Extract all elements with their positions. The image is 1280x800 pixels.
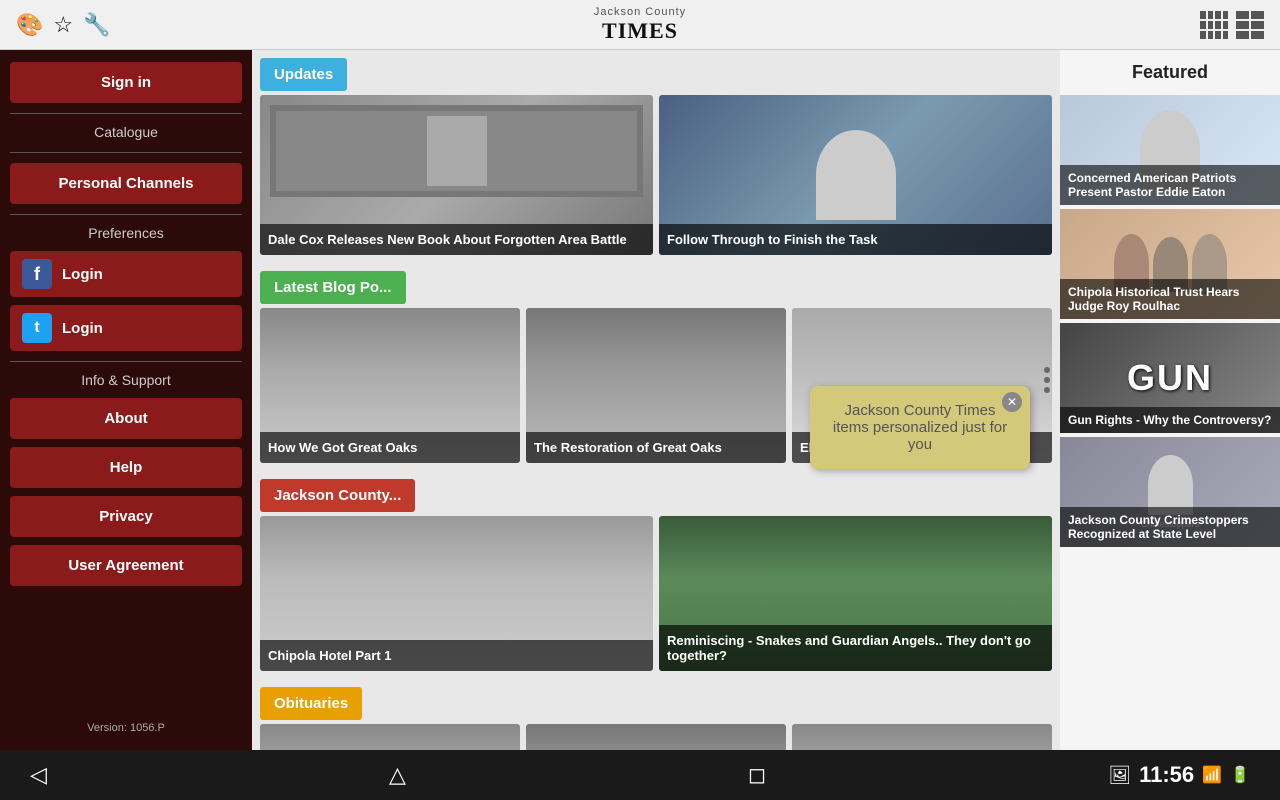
card-obit3-image — [792, 724, 1052, 750]
right-panel: Featured Concerned American Patriots Pre… — [1060, 50, 1280, 750]
card-follow[interactable]: Follow Through to Finish the Task — [659, 95, 1052, 255]
top-bar: 🎨 ☆ 🔧 Jackson County TIMES — [0, 0, 1280, 50]
featured-card-2-caption: Chipola Historical Trust Hears Judge Roy… — [1060, 279, 1280, 319]
card-obit2[interactable] — [526, 724, 786, 750]
divider-2 — [10, 152, 242, 153]
card-snakes[interactable]: Reminiscing - Snakes and Guardian Angels… — [659, 516, 1052, 671]
featured-card-2[interactable]: Chipola Historical Trust Hears Judge Roy… — [1060, 209, 1280, 319]
app-title: Jackson County TIMES — [594, 6, 686, 44]
personalization-tooltip: ✕ Jackson County Times items personalize… — [810, 386, 1030, 469]
color-icon[interactable]: 🎨 — [16, 12, 43, 38]
dot-3 — [1044, 387, 1050, 393]
card-oaks2[interactable]: The Restoration of Great Oaks — [526, 308, 786, 463]
bottom-bar: ◁ △ ◻ 🖼 11:56 📶 🔋 — [0, 750, 1280, 800]
top-bar-right-icons — [1200, 11, 1264, 39]
screenshot-icon: 🖼 — [1108, 765, 1131, 786]
card-obit1[interactable] — [260, 724, 520, 750]
facebook-login-button[interactable]: f Login — [10, 251, 242, 297]
personal-channels-button[interactable]: Personal Channels — [10, 163, 242, 204]
featured-card-1-caption: Concerned American Patriots Present Past… — [1060, 165, 1280, 205]
recents-button[interactable]: ◻ — [748, 762, 766, 788]
preferences-label: Preferences — [0, 225, 252, 241]
title-small: Jackson County — [594, 6, 686, 18]
card-oaks1[interactable]: How We Got Great Oaks — [260, 308, 520, 463]
catalogue-label: Catalogue — [0, 124, 252, 140]
sign-in-button[interactable]: Sign in — [10, 62, 242, 103]
main-layout: Sign in Catalogue Personal Channels Pref… — [0, 50, 1280, 750]
info-support-label: Info & Support — [0, 372, 252, 388]
back-button[interactable]: ◁ — [30, 762, 47, 788]
about-button[interactable]: About — [10, 398, 242, 439]
card-dale[interactable]: Dale Cox Releases New Book About Forgott… — [260, 95, 653, 255]
card-obit3[interactable] — [792, 724, 1052, 750]
featured-card-1[interactable]: Concerned American Patriots Present Past… — [1060, 95, 1280, 205]
scroll-dots — [1044, 367, 1050, 393]
featured-card-4[interactable]: Crimestoppers Jackson County Crimestoppe… — [1060, 437, 1280, 547]
twitter-icon: t — [22, 313, 52, 343]
card-oaks1-caption: How We Got Great Oaks — [260, 432, 520, 463]
featured-card-4-caption: Jackson County Crimestoppers Recognized … — [1060, 507, 1280, 547]
content-area: Updates Dale Cox Releases New Book About… — [252, 50, 1060, 750]
obituaries-header: Obituaries — [260, 687, 362, 720]
privacy-button[interactable]: Privacy — [10, 496, 242, 537]
card-hotel-caption: Chipola Hotel Part 1 — [260, 640, 653, 671]
facebook-icon: f — [22, 259, 52, 289]
twitter-login-button[interactable]: t Login — [10, 305, 242, 351]
wrench-icon[interactable]: 🔧 — [83, 12, 110, 38]
updates-header: Updates — [260, 58, 347, 91]
featured-header: Featured — [1060, 50, 1280, 95]
card-follow-caption: Follow Through to Finish the Task — [659, 224, 1052, 255]
dot-2 — [1044, 377, 1050, 383]
sidebar: Sign in Catalogue Personal Channels Pref… — [0, 50, 252, 750]
blog-header: Latest Blog Po... — [260, 271, 406, 304]
version-label: Version: 1056.P — [0, 714, 252, 742]
divider-1 — [10, 113, 242, 114]
featured-card-3[interactable]: GUN Gun Rights - Why the Controversy? — [1060, 323, 1280, 433]
title-large: TIMES — [594, 18, 686, 44]
card-snakes-caption: Reminiscing - Snakes and Guardian Angels… — [659, 625, 1052, 671]
home-button[interactable]: △ — [389, 762, 406, 788]
card-dale-caption: Dale Cox Releases New Book About Forgott… — [260, 224, 653, 255]
card-obit2-image — [526, 724, 786, 750]
top-bar-left-icons: 🎨 ☆ 🔧 — [16, 12, 111, 38]
list-view-icon[interactable] — [1236, 11, 1264, 39]
obituaries-row — [252, 724, 1060, 750]
status-bar-right: 🖼 11:56 📶 🔋 — [1108, 762, 1250, 788]
facebook-login-label: Login — [62, 266, 103, 283]
jackson-row: Chipola Hotel Part 1 Reminiscing - Snake… — [252, 516, 1060, 679]
clock: 11:56 — [1139, 762, 1194, 788]
star-icon[interactable]: ☆ — [53, 12, 73, 38]
featured-card-3-caption: Gun Rights - Why the Controversy? — [1060, 407, 1280, 433]
twitter-login-label: Login — [62, 320, 103, 337]
dot-1 — [1044, 367, 1050, 373]
jackson-header: Jackson County... — [260, 479, 415, 512]
card-oaks2-caption: The Restoration of Great Oaks — [526, 432, 786, 463]
help-button[interactable]: Help — [10, 447, 242, 488]
user-agreement-button[interactable]: User Agreement — [10, 545, 242, 586]
wifi-icon: 📶 — [1202, 765, 1222, 785]
divider-3 — [10, 214, 242, 215]
battery-icon: 🔋 — [1230, 765, 1250, 785]
card-hotel[interactable]: Chipola Hotel Part 1 — [260, 516, 653, 671]
updates-row: Dale Cox Releases New Book About Forgott… — [252, 95, 1060, 263]
tooltip-text: Jackson County Times items personalized … — [833, 402, 1007, 453]
divider-4 — [10, 361, 242, 362]
card-obit1-image — [260, 724, 520, 750]
grid-view-icon[interactable] — [1200, 11, 1228, 39]
tooltip-close-button[interactable]: ✕ — [1002, 392, 1022, 412]
